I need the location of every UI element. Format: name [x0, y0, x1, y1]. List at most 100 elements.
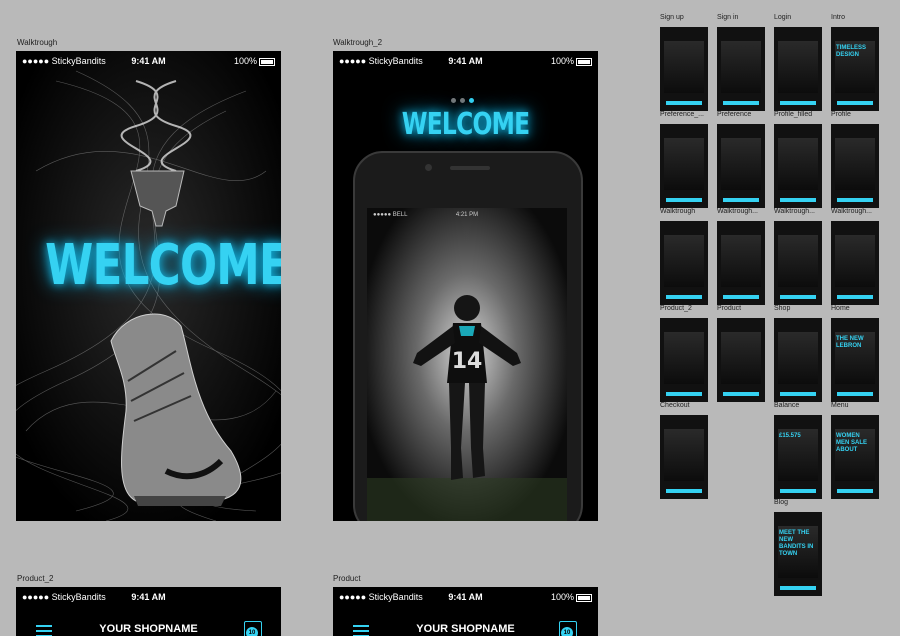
artboard-label-walkthrough[interactable]: Walktrough — [17, 38, 57, 47]
thumbnail-preview — [664, 332, 704, 384]
thumbnail-accent-bar — [780, 198, 816, 202]
cart-count-badge: 10 — [561, 627, 573, 636]
thumbnail-label[interactable]: Login — [774, 14, 791, 21]
artboard-label-walkthrough-2[interactable]: Walktrough_2 — [333, 38, 382, 47]
thumbnail-accent-bar — [666, 392, 702, 396]
thumbnail-artboard[interactable] — [717, 221, 765, 305]
thumbnail-label[interactable]: Walktrough... — [717, 208, 758, 215]
thumbnail-artboard[interactable] — [660, 221, 708, 305]
thumbnail-accent-bar — [837, 198, 873, 202]
status-bar: ●●●●● StickyBandits 9:41 AM — [16, 587, 281, 607]
thumbnail-artboard[interactable] — [831, 221, 879, 305]
thumbnail-artboard[interactable]: MEET THE NEW BANDITS IN TOWN — [774, 512, 822, 596]
thumbnail-label[interactable]: Sign up — [660, 14, 684, 21]
thumbnail-accent-bar — [780, 295, 816, 299]
page-dot-active[interactable] — [469, 98, 474, 103]
speaker-grille — [450, 166, 490, 170]
thumbnail-artboard[interactable] — [660, 124, 708, 208]
football-player-photo: 14 — [367, 208, 567, 521]
thumbnail-accent-bar — [780, 392, 816, 396]
thumbnail-artboard[interactable] — [774, 221, 822, 305]
thumbnail-accent-bar — [723, 198, 759, 202]
thumbnail-accent-bar — [837, 489, 873, 493]
thumbnail-artboard[interactable] — [774, 124, 822, 208]
thumbnail-preview — [664, 138, 704, 190]
thumbnail-preview — [721, 235, 761, 287]
camera-icon — [425, 164, 432, 171]
thumbnail-accent-bar — [666, 198, 702, 202]
artboard-product[interactable]: ●●●●● StickyBandits 9:41 AM 100% YOUR SH… — [333, 587, 598, 636]
thumbnail-accent-bar — [723, 101, 759, 105]
thumbnail-accent-bar — [780, 586, 816, 590]
thumbnail-label[interactable]: Walktrough... — [831, 208, 872, 215]
status-bar: ●●●●● StickyBandits 9:41 AM 100% — [333, 587, 598, 607]
clock-label: 9:41 AM — [131, 592, 166, 602]
thumbnail-artboard[interactable] — [660, 27, 708, 111]
thumbnail-artboard[interactable] — [831, 124, 879, 208]
thumbnail-label[interactable]: Checkout — [660, 402, 690, 409]
thumbnail-preview — [778, 332, 818, 384]
artboard-product-2[interactable]: ●●●●● StickyBandits 9:41 AM YOUR SHOPNAM… — [16, 587, 281, 636]
thumbnail-artboard[interactable]: £15.575 — [774, 415, 822, 499]
thumbnail-label[interactable]: Blog — [774, 499, 788, 506]
thumbnail-accent-bar — [780, 489, 816, 493]
thumbnail-artboard[interactable] — [774, 27, 822, 111]
welcome-headline: WELCOME — [45, 233, 281, 298]
thumbnail-preview — [835, 138, 875, 190]
status-bar: ●●●●● StickyBandits 9:41 AM 100% — [16, 51, 281, 71]
thumbnail-accent-bar — [723, 392, 759, 396]
thumbnail-artboard[interactable] — [717, 124, 765, 208]
thumbnail-label[interactable]: Product_2 — [660, 305, 692, 312]
cart-count-badge: 10 — [246, 627, 258, 636]
thumbnail-label[interactable]: Profile — [831, 111, 851, 118]
thumbnail-label[interactable]: Sign in — [717, 14, 738, 21]
page-dot[interactable] — [451, 98, 456, 103]
battery-percentage: 100% — [550, 592, 574, 602]
thumbnail-accent-bar — [780, 101, 816, 105]
thumbnail-artboard[interactable] — [717, 27, 765, 111]
mockup-screen: 14 ●●●●● BELL 4:21 PM — [367, 208, 567, 521]
thumbnail-label[interactable]: Walktrough... — [774, 208, 815, 215]
thumbnail-artboard[interactable] — [717, 318, 765, 402]
thumbnail-preview — [721, 138, 761, 190]
thumbnail-text: MEET THE NEW BANDITS IN TOWN — [779, 530, 814, 557]
thumbnail-accent-bar — [837, 295, 873, 299]
welcome-headline: WELCOME — [401, 107, 530, 142]
thumbnail-label[interactable]: Balance — [774, 402, 799, 409]
page-indicator[interactable] — [451, 90, 474, 108]
artboard-walkthrough-2[interactable]: ●●●●● StickyBandits 9:41 AM 100% WELCOME… — [333, 51, 598, 521]
thumbnail-artboard[interactable] — [774, 318, 822, 402]
thumbnail-label[interactable]: Intro — [831, 14, 845, 21]
thumbnail-artboard[interactable]: TIMELESS DESIGN — [831, 27, 879, 111]
battery-icon — [576, 593, 592, 602]
thumbnail-label[interactable]: Product — [717, 305, 741, 312]
mockup-clock: 4:21 PM — [455, 212, 479, 218]
iphone-mockup: 14 ●●●●● BELL 4:21 PM — [353, 151, 583, 521]
thumbnail-preview — [721, 41, 761, 93]
thumbnail-label[interactable]: Profile_filled — [774, 111, 812, 118]
thumbnail-artboard[interactable]: THE NEW LEBRON — [831, 318, 879, 402]
thumbnail-preview — [835, 235, 875, 287]
thumbnail-artboard[interactable] — [660, 415, 708, 499]
thumbnail-preview — [664, 235, 704, 287]
artboard-label-product-2[interactable]: Product_2 — [17, 574, 53, 583]
artboard-label-product[interactable]: Product — [333, 574, 361, 583]
thumbnail-label[interactable]: Menu — [831, 402, 849, 409]
jersey-number: 14 — [452, 349, 483, 374]
artboard-walkthrough[interactable]: ●●●●● StickyBandits 9:41 AM 100% WELCOME — [16, 51, 281, 521]
thumbnail-label[interactable]: Preference — [717, 111, 751, 118]
thumbnail-label[interactable]: Preference_... — [660, 111, 704, 118]
thumbnail-text: THE NEW LEBRON — [836, 336, 864, 349]
thumbnail-artboard[interactable] — [660, 318, 708, 402]
thumbnail-label[interactable]: Home — [831, 305, 850, 312]
thumbnail-accent-bar — [723, 295, 759, 299]
thumbnail-accent-bar — [666, 101, 702, 105]
thumbnail-accent-bar — [837, 392, 873, 396]
thumbnail-artboard[interactable]: WOMEN MEN SALE ABOUT — [831, 415, 879, 499]
thumbnail-preview — [721, 332, 761, 384]
shop-title: YOUR SHOPNAME — [99, 623, 198, 635]
thumbnail-label[interactable]: Walktrough — [660, 208, 695, 215]
battery-percentage: 100% — [550, 56, 574, 66]
page-dot[interactable] — [460, 98, 465, 103]
thumbnail-label[interactable]: Shop — [774, 305, 790, 312]
